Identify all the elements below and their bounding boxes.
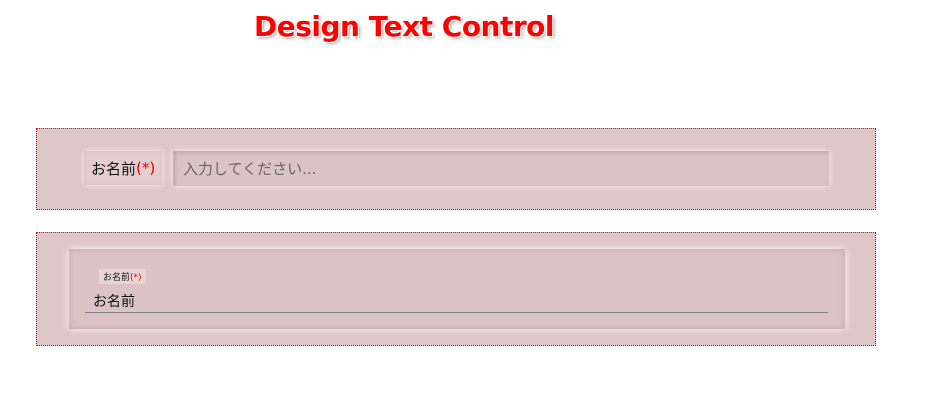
floating-required-mark: (*): [130, 273, 142, 283]
name-label: お名前 (*): [84, 151, 163, 185]
page: Design Text Control お名前(*) お名前(*): [0, 0, 937, 417]
name-label-text: お名前: [91, 159, 137, 178]
floating-field-card: お名前(*): [69, 249, 845, 329]
floating-name-label-text: お名前: [103, 273, 131, 283]
required-mark: (*): [136, 159, 156, 177]
floating-name-input[interactable]: [85, 289, 828, 313]
text-control-panel-floating: お名前(*): [36, 232, 876, 346]
floating-name-label: お名前(*): [99, 269, 146, 284]
page-title: Design Text Control: [253, 10, 555, 43]
text-control-panel-inline: お名前 (*): [36, 128, 876, 210]
name-input[interactable]: [173, 151, 829, 186]
